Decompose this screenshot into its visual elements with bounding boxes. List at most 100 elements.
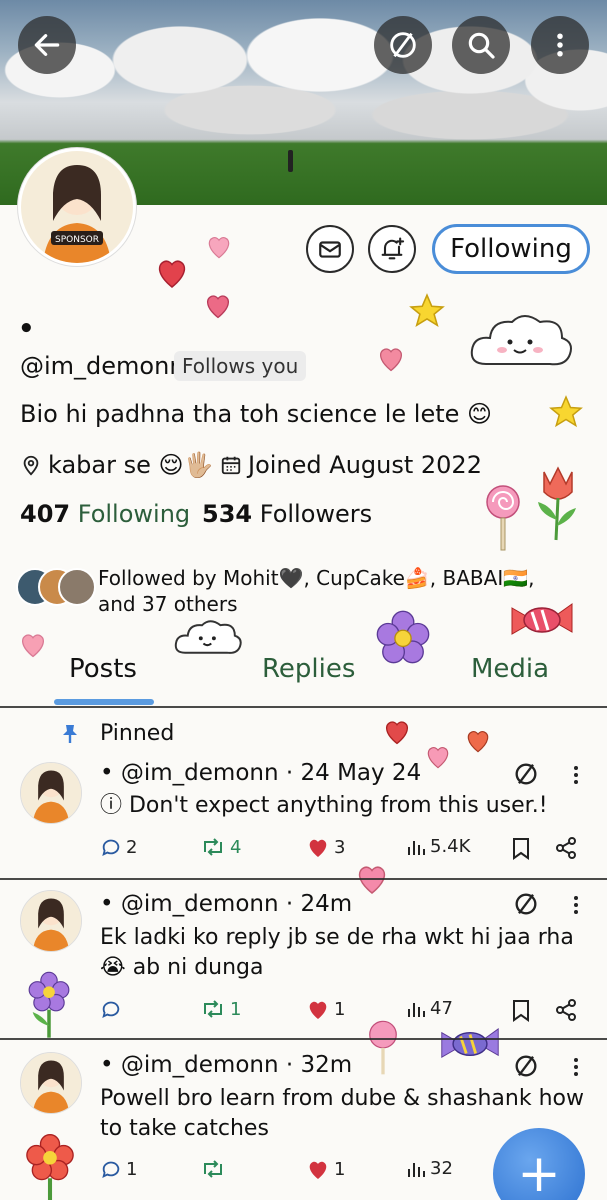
post-more-icon[interactable]: [564, 762, 588, 788]
like-button[interactable]: 1: [306, 1158, 345, 1180]
repost-icon: [204, 838, 222, 856]
share-icon[interactable]: [554, 998, 578, 1022]
like-count: 1: [334, 1158, 346, 1180]
tab-posts[interactable]: Posts: [69, 654, 137, 684]
post-avatar[interactable]: [20, 762, 82, 824]
post-divider: [0, 878, 607, 880]
followers-count-link[interactable]: 534 Followers: [202, 500, 372, 528]
repost-button[interactable]: [200, 1158, 230, 1180]
post-author[interactable]: • @im_demonn: [100, 891, 279, 917]
post-divider: [0, 1038, 607, 1040]
tab-replies[interactable]: Replies: [262, 654, 355, 684]
avatar-illustration: SPONSOR: [21, 151, 133, 263]
flower-doodle-icon: [376, 610, 430, 664]
followers-count: 534: [202, 500, 253, 528]
reply-count: 1: [126, 1158, 138, 1180]
lollipop-doodle-icon: [369, 1020, 397, 1075]
share-icon[interactable]: [554, 836, 578, 860]
heart-doodle-icon: [22, 634, 44, 658]
tulip-doodle-icon: [538, 466, 576, 541]
tabs-divider: [0, 706, 607, 708]
bar-chart-icon: [408, 1162, 425, 1177]
lollipop-doodle-icon: [486, 485, 520, 551]
post-time: · 24m: [285, 891, 353, 917]
mute-button[interactable]: [374, 16, 432, 74]
like-button[interactable]: 1: [306, 998, 345, 1020]
followed-by-text[interactable]: Followed by Mohit🖤, CupCake🍰, BABAI🇮🇳, a…: [98, 565, 568, 617]
view-count: 47: [430, 998, 453, 1019]
flower-doodle-icon: [28, 971, 70, 1038]
heart-doodle-icon: [467, 731, 489, 753]
post-header: • @im_demonn · 24m: [100, 891, 352, 917]
post-text: ⓘ Don't expect anything from this user.!: [100, 793, 548, 818]
post-time: · 32m: [285, 1052, 353, 1078]
calendar-icon: [221, 456, 241, 475]
cloud-doodle-icon: [174, 620, 242, 654]
repost-button[interactable]: 1: [200, 998, 241, 1020]
bookmark-icon[interactable]: [510, 836, 532, 860]
no-entry-icon[interactable]: [512, 760, 540, 788]
view-count: 5.4K: [430, 836, 471, 857]
followers-label: Followers: [259, 500, 373, 528]
heart-icon: [309, 1001, 327, 1019]
post-text: Ek ladki ko reply jb se de rha wkt hi ja…: [100, 925, 574, 980]
search-icon: [468, 32, 495, 59]
no-entry-icon[interactable]: [512, 890, 540, 918]
avatar-sponsor-text: SPONSOR: [55, 235, 99, 245]
like-count: 1: [334, 998, 346, 1020]
bookmark-icon[interactable]: [510, 998, 532, 1022]
pin-icon: [63, 725, 77, 743]
reply-button[interactable]: 2: [100, 836, 137, 858]
no-entry-icon: [390, 32, 416, 58]
candy-doodle-icon: [441, 1028, 499, 1058]
views-button[interactable]: 47: [406, 998, 453, 1019]
views-button[interactable]: 32: [406, 1158, 453, 1179]
heart-doodle-icon: [158, 260, 186, 288]
post-author[interactable]: • @im_demonn: [100, 760, 279, 786]
banner-figure: [288, 150, 293, 172]
repost-button[interactable]: 4: [200, 836, 241, 858]
repost-icon: [204, 1000, 222, 1018]
bar-chart-icon: [408, 1002, 425, 1017]
profile-avatar[interactable]: SPONSOR: [18, 148, 136, 266]
star-doodle-icon: [409, 293, 445, 327]
post-more-icon[interactable]: [564, 1054, 588, 1080]
post-header: • @im_demonn · 32m: [100, 1052, 352, 1078]
post-avatar[interactable]: [20, 1052, 82, 1114]
repost-icon: [204, 1160, 222, 1178]
like-button[interactable]: 3: [306, 836, 345, 858]
message-button[interactable]: [306, 225, 354, 273]
following-count-link[interactable]: 407 Following: [20, 500, 190, 528]
location-pin-icon: [23, 455, 39, 476]
notify-button[interactable]: [368, 225, 416, 273]
no-entry-icon[interactable]: [512, 1052, 540, 1080]
profile-bio: Bio hi padhna tha toh science le lete 😊: [20, 400, 493, 428]
heart-doodle-icon: [380, 348, 402, 372]
following-label: Following: [77, 500, 191, 528]
more-options-button[interactable]: [531, 16, 589, 74]
search-button[interactable]: [452, 16, 510, 74]
heart-doodle-icon: [386, 721, 408, 745]
plus-icon: +: [517, 1144, 561, 1200]
comment-icon: [102, 839, 120, 857]
heart-icon: [309, 839, 327, 857]
profile-handle: @im_demonn: [20, 352, 185, 380]
post-author[interactable]: • @im_demonn: [100, 1052, 279, 1078]
flower-doodle-icon: [26, 1134, 74, 1200]
location-row: kabar se 😌🖐🏼: [20, 451, 213, 479]
views-button[interactable]: 5.4K: [406, 836, 470, 857]
back-button[interactable]: [18, 16, 76, 74]
bell-plus-icon: [381, 237, 405, 260]
heart-icon: [309, 1161, 327, 1179]
reply-button[interactable]: [100, 998, 126, 1020]
tab-media[interactable]: Media: [471, 654, 549, 684]
heart-doodle-icon: [208, 237, 230, 259]
location-text: kabar se 😌🖐🏼: [48, 451, 214, 479]
follower-avatar: [58, 568, 96, 606]
follows-you-badge: Follows you: [174, 351, 307, 381]
post-avatar[interactable]: [20, 890, 82, 952]
reply-button[interactable]: 1: [100, 1158, 137, 1180]
following-button[interactable]: Following: [432, 224, 590, 274]
more-vertical-icon: [557, 33, 563, 57]
post-more-icon[interactable]: [564, 892, 588, 918]
